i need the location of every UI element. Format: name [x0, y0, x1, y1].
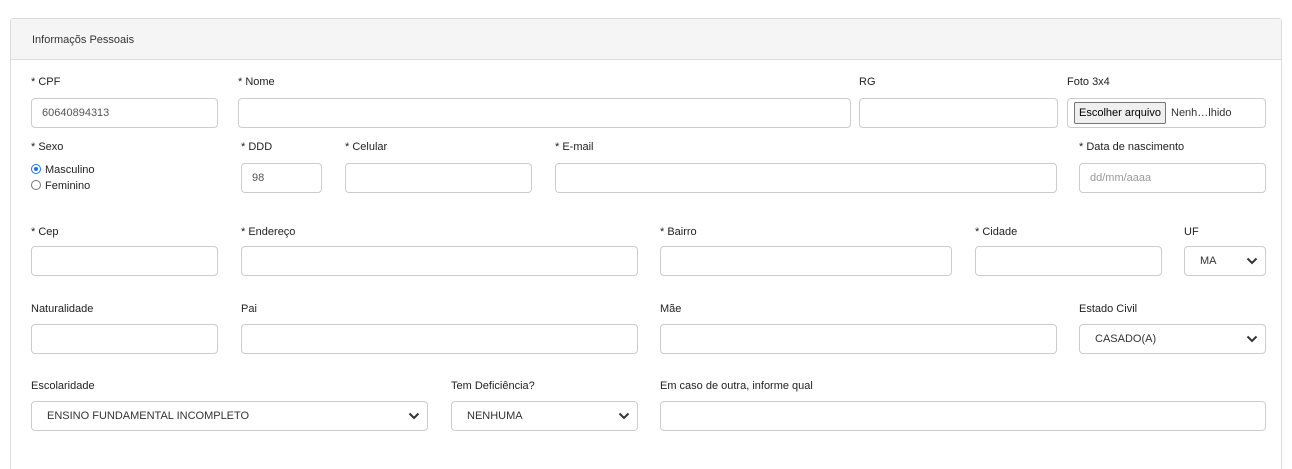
nome-label: * Nome — [238, 76, 275, 88]
choose-file-button[interactable]: Escolher arquivo — [1074, 102, 1166, 124]
email-input[interactable] — [555, 163, 1057, 193]
cep-label: * Cep — [31, 226, 59, 238]
cidade-input[interactable] — [975, 246, 1162, 276]
radio-checked-icon[interactable] — [31, 164, 41, 174]
chevron-down-icon — [1246, 335, 1258, 343]
foto-label: Foto 3x4 — [1067, 76, 1110, 88]
celular-input[interactable] — [345, 163, 532, 193]
uf-label: UF — [1184, 226, 1199, 238]
cpf-input[interactable]: 60640894313 — [31, 98, 218, 128]
nome-input[interactable] — [238, 98, 851, 128]
cep-input[interactable] — [31, 246, 218, 276]
chevron-down-icon — [1246, 257, 1258, 265]
deficiencia-label: Tem Deficiência? — [451, 380, 535, 392]
rg-label: RG — [859, 76, 876, 88]
celular-label: * Celular — [345, 141, 388, 153]
ddd-label: * DDD — [241, 141, 273, 153]
sexo-label: * Sexo — [31, 141, 64, 153]
estado-civil-label: Estado Civil — [1079, 303, 1138, 315]
mae-label: Mãe — [660, 303, 682, 315]
radio-unchecked-icon[interactable] — [31, 180, 41, 190]
uf-selected-value: MA — [1200, 255, 1217, 267]
endereco-input[interactable] — [241, 246, 638, 276]
sexo-option-masculino[interactable]: Masculino — [31, 164, 95, 178]
sexo-option-feminino[interactable]: Feminino — [31, 180, 90, 194]
radio-label: Masculino — [45, 164, 95, 176]
ddd-input[interactable]: 98 — [241, 163, 322, 193]
panel-heading: Informaçõs Pessoais — [11, 19, 1281, 60]
file-status-text: Nenh…lhido — [1171, 107, 1232, 119]
bairro-input[interactable] — [660, 246, 952, 276]
deficiencia-select[interactable]: NENHUMA — [451, 401, 638, 431]
mae-input[interactable] — [660, 324, 1057, 354]
estado-civil-select[interactable]: CASADO(A) — [1079, 324, 1266, 354]
chevron-down-icon — [618, 412, 630, 420]
pai-input[interactable] — [241, 324, 638, 354]
deficiencia-selected-value: NENHUMA — [467, 410, 523, 422]
escolaridade-label: Escolaridade — [31, 380, 95, 392]
radio-label: Feminino — [45, 180, 91, 192]
pai-label: Pai — [241, 303, 257, 315]
outra-label: Em caso de outra, informe qual — [660, 380, 813, 392]
endereco-label: * Endereço — [241, 226, 296, 238]
birth-date-input[interactable]: dd/mm/aaaa — [1079, 163, 1266, 193]
uf-select[interactable]: MA — [1184, 246, 1266, 276]
rg-input[interactable] — [859, 98, 1058, 128]
email-label: * E-mail — [555, 141, 594, 153]
escolaridade-select[interactable]: ENSINO FUNDAMENTAL INCOMPLETO — [31, 401, 428, 431]
outra-deficiencia-input[interactable] — [660, 401, 1266, 431]
naturalidade-input[interactable] — [31, 324, 218, 354]
nascimento-label: * Data de nascimento — [1079, 141, 1185, 153]
cpf-label: * CPF — [31, 76, 61, 88]
chevron-down-icon — [408, 412, 420, 420]
bairro-label: * Bairro — [660, 226, 697, 238]
estado-civil-selected-value: CASADO(A) — [1095, 333, 1157, 345]
escolaridade-selected-value: ENSINO FUNDAMENTAL INCOMPLETO — [47, 410, 250, 422]
photo-file-input[interactable]: Escolher arquivo Nenh…lhido — [1067, 98, 1266, 128]
panel-title: Informaçõs Pessoais — [32, 34, 135, 46]
cidade-label: * Cidade — [975, 226, 1018, 238]
naturalidade-label: Naturalidade — [31, 303, 94, 315]
